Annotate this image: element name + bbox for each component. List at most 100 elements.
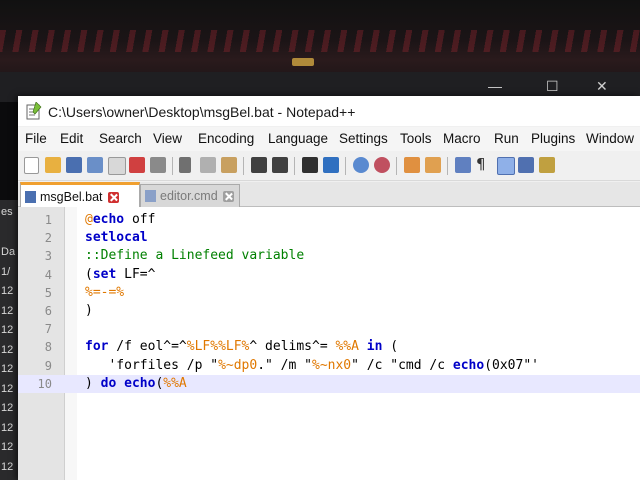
indent-guide-icon[interactable] (497, 157, 515, 175)
line-number: 1 (44, 213, 52, 227)
copy-icon[interactable] (200, 157, 216, 173)
menu-bar: File Edit Search View Encoding Language … (18, 127, 640, 151)
code-text: (set LF=^ (85, 267, 155, 282)
toolbar-separator (294, 157, 295, 175)
code-token: echo (452, 357, 485, 373)
save-icon[interactable] (66, 157, 82, 173)
background-label: 1/ (1, 265, 11, 278)
code-token: ::Define a Linefeed variable (85, 248, 305, 264)
sync-horizontal-icon[interactable] (425, 157, 441, 173)
code-editor[interactable]: 1 @echo off2 setlocal3::Define a Linefeed … (18, 207, 640, 480)
line-number: 7 (44, 322, 52, 337)
code-token: setlocal (85, 230, 148, 246)
code-line[interactable]: 8 for /f eol^=^%LF%%LF%^ delims^= %%A in … (18, 338, 640, 356)
notepadpp-app-icon (26, 102, 42, 120)
close-icon[interactable] (107, 191, 119, 203)
code-token: %LF%%LF% (186, 339, 250, 355)
code-token: ( (85, 266, 93, 282)
menu-language[interactable]: Language (268, 131, 328, 146)
background-label: 12 (1, 460, 14, 473)
code-token: " /c "cmd /c (351, 357, 453, 373)
zoom-out-icon[interactable] (374, 157, 390, 173)
toolbar-separator (243, 157, 244, 175)
tab-editor-cmd[interactable]: editor.cmd (140, 184, 240, 207)
close-all-icon[interactable] (129, 157, 145, 173)
toolbar-separator (172, 157, 173, 175)
code-token: do (100, 375, 117, 391)
cut-icon[interactable] (179, 157, 191, 173)
background-label: 12 (1, 441, 14, 453)
show-all-characters-icon[interactable]: ¶ (476, 155, 492, 173)
menu-macro[interactable]: Macro (443, 131, 481, 146)
code-token: %~dp0 (218, 357, 258, 373)
redo-icon[interactable] (272, 157, 288, 173)
code-token: %~nx0 (312, 357, 352, 373)
print-icon[interactable] (150, 157, 166, 173)
code-token: echo (92, 212, 125, 227)
code-token: %%A (335, 339, 359, 355)
code-text: 'forfiles /p "%~dp0." /m "%~nx0" /c "cmd… (85, 358, 539, 373)
sync-vertical-icon[interactable] (404, 157, 420, 173)
background-label: es (1, 206, 13, 218)
background-label: 12 (1, 324, 14, 336)
replace-icon[interactable] (323, 157, 339, 173)
find-icon[interactable] (302, 157, 318, 173)
code-line[interactable]: 6) (18, 302, 640, 320)
save-all-icon[interactable] (87, 157, 103, 173)
code-token: 'forfiles /p " (85, 357, 219, 373)
menu-plugins[interactable]: Plugins (531, 131, 575, 146)
menu-settings[interactable]: Settings (339, 131, 388, 146)
code-text: for /f eol^=^%LF%%LF%^ delims^= %%A in ( (85, 339, 398, 354)
code-token: echo (124, 375, 156, 391)
close-icon[interactable] (222, 190, 234, 202)
new-file-icon[interactable] (24, 157, 39, 174)
menu-encoding[interactable]: Encoding (198, 131, 254, 146)
word-wrap-icon[interactable] (455, 157, 471, 173)
background-pattern (0, 30, 640, 52)
line-number: 5 (44, 285, 52, 300)
document-map-icon[interactable] (518, 157, 534, 173)
code-token: off (124, 212, 156, 227)
code-line[interactable]: 7 (18, 320, 640, 338)
close-file-icon[interactable] (108, 157, 126, 175)
save-icon (145, 190, 156, 202)
code-line[interactable]: 9 'forfiles /p "%~dp0." /m "%~nx0" /c "c… (18, 357, 640, 375)
code-text: setlocal (85, 230, 148, 245)
save-icon (25, 191, 36, 203)
code-line[interactable]: 2 setlocal (18, 229, 640, 247)
background-minimize-icon: — (488, 78, 502, 94)
code-line[interactable]: 4 (set LF=^ (18, 266, 640, 284)
menu-tools[interactable]: Tools (400, 131, 432, 146)
tab-label: msgBel.bat (40, 190, 103, 204)
function-list-icon[interactable] (539, 157, 555, 173)
menu-window[interactable]: Window (586, 131, 634, 146)
menu-view[interactable]: View (153, 131, 182, 146)
title-bar[interactable]: C:\Users\owner\Desktop\msgBel.bat - Note… (18, 96, 640, 126)
open-file-icon[interactable] (45, 157, 61, 173)
menu-file[interactable]: File (25, 131, 47, 146)
code-text: ) do echo(%%A (85, 376, 187, 391)
menu-edit[interactable]: Edit (60, 131, 83, 146)
undo-icon[interactable] (251, 157, 267, 173)
background-close-icon: ✕ (596, 78, 608, 94)
background-label: 12 (1, 421, 14, 434)
code-token: (0x07"' (484, 357, 539, 373)
notepadpp-window: C:\Users\owner\Desktop\msgBel.bat - Note… (18, 96, 640, 480)
code-text: @echo off (85, 212, 155, 227)
code-line[interactable]: 3::Define a Linefeed variable (18, 247, 640, 265)
paste-icon[interactable] (221, 157, 237, 173)
zoom-in-icon[interactable] (353, 157, 369, 173)
tab-msgbel-bat[interactable]: msgBel.bat (20, 182, 140, 209)
code-line[interactable]: 5 %=-=% (18, 284, 640, 302)
code-line[interactable]: 10) do echo(%%A (18, 374, 640, 393)
menu-run[interactable]: Run (494, 131, 519, 146)
background-label: Da (1, 246, 16, 258)
menu-search[interactable]: Search (99, 131, 142, 146)
code-line[interactable]: 1 @echo off (18, 211, 640, 229)
code-token: %=-=% (85, 284, 125, 300)
line-number: 2 (44, 231, 52, 246)
code-token: ^ delims^= (249, 339, 336, 355)
code-token: in (366, 339, 383, 355)
line-number: 8 (44, 340, 52, 355)
